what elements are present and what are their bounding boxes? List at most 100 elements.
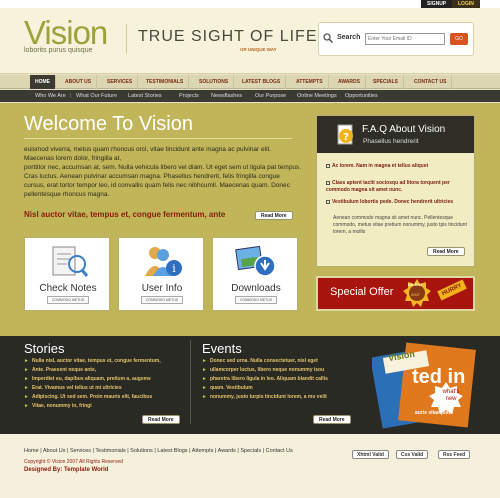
section-divider bbox=[190, 340, 191, 424]
faq-title: F.A.Q About Vision bbox=[362, 124, 446, 135]
stories-list: ► Nulla nisl, auctor vitae, tempus et, co… bbox=[24, 357, 184, 411]
list-item[interactable]: ► Vitae, nonummy in, fringi bbox=[24, 402, 184, 411]
logo-tagline: loborits purus quisque bbox=[24, 47, 93, 54]
nav-about-us[interactable]: ABOUT US bbox=[60, 75, 98, 89]
faq-answer: Aenean commodo magna sit amet nunc. Pell… bbox=[333, 215, 467, 235]
arrow-icon: ► bbox=[202, 376, 207, 382]
stories-read-more-button[interactable]: Read More bbox=[142, 415, 180, 424]
nav-contact-us[interactable]: CONTACT US bbox=[409, 75, 453, 89]
list-item[interactable]: ► nonummy, justo turpis tincidunt lorem, … bbox=[202, 393, 362, 402]
email-search-input[interactable] bbox=[365, 33, 445, 45]
search-icon bbox=[323, 33, 333, 43]
arrow-icon: ► bbox=[24, 376, 29, 382]
card-check-notes[interactable]: Check Notes COMMODO METUS bbox=[24, 237, 110, 311]
list-item[interactable]: ► Erat. Vivamus vel tellus ut mi ultricie… bbox=[24, 384, 184, 393]
svg-text:i: i bbox=[172, 262, 176, 275]
offer-seal-year: 2007 bbox=[411, 292, 420, 297]
search-label: Search bbox=[337, 34, 361, 41]
card-downloads[interactable]: Downloads COMMODO METUS bbox=[212, 237, 298, 311]
question-document-icon: ? bbox=[337, 124, 353, 145]
list-item[interactable]: ► Ante. Praesent neque ante, bbox=[24, 366, 184, 375]
welcome-read-more-button[interactable]: Read More bbox=[255, 211, 293, 220]
arrow-icon: ► bbox=[202, 394, 207, 400]
card-more-button[interactable]: COMMODO METUS bbox=[141, 296, 183, 304]
intro-paragraph-1: euismod viverra, metus quam rhoncus orci… bbox=[24, 146, 272, 162]
subnav-latest-stories[interactable]: Latest Stories bbox=[128, 90, 162, 102]
subnav-what-our-future[interactable]: What Our Future bbox=[76, 90, 117, 102]
title-rule bbox=[24, 138, 292, 139]
faq-question-text: Vestibulum lobortis pede. Donec hendreri… bbox=[332, 199, 454, 205]
card-label: Check Notes bbox=[39, 283, 97, 294]
xhtml-valid-button[interactable]: Xhtml Valid bbox=[352, 450, 389, 459]
card-user-info[interactable]: i User Info COMMODO METUS bbox=[118, 237, 204, 311]
card-more-button[interactable]: COMMODO METUS bbox=[235, 296, 277, 304]
offer-seal-date: ON JULY bbox=[408, 283, 423, 287]
nav-services[interactable]: SERVICES bbox=[102, 75, 139, 89]
list-item[interactable]: ► Adipiscing. Ut sed sem. Proin mauris el… bbox=[24, 393, 184, 402]
nav-awards[interactable]: AWARDS bbox=[333, 75, 366, 89]
events-list: ► Donec sed urna. Nulla consectetuer, nis… bbox=[202, 357, 362, 402]
list-item[interactable]: ► Nulla nisl, auctor vitae, tempus et, co… bbox=[24, 357, 184, 366]
footer-links[interactable]: Home | About Us | Services | Testimonial… bbox=[24, 448, 293, 454]
nav-solutions[interactable]: SOLUTIONS bbox=[194, 75, 235, 89]
card-label: Downloads bbox=[231, 283, 281, 294]
signup-button[interactable]: SIGNUP bbox=[421, 0, 453, 8]
nav-latest-blogs[interactable]: LATEST BLOGS bbox=[237, 75, 287, 89]
arrow-icon: ► bbox=[202, 385, 207, 391]
events-read-more-button[interactable]: Read More bbox=[313, 415, 351, 424]
nav-specials[interactable]: SPECIALS bbox=[368, 75, 405, 89]
faq-question-1[interactable]: Ac lorem. Nam in magna et tellus aliquet bbox=[326, 163, 466, 170]
header-headline-sub: OR UNIQUE WAY bbox=[240, 47, 277, 52]
nav-attempts[interactable]: ATTEMPTS bbox=[291, 75, 329, 89]
faq-question-text: Class aptent taciti sociosqu ad litora t… bbox=[326, 180, 450, 193]
nav-home[interactable]: HOME bbox=[30, 75, 56, 89]
subnav-our-purpose[interactable]: Our Purpose bbox=[255, 90, 286, 102]
subnav-sep: | bbox=[70, 93, 72, 99]
subnav-who-we-are[interactable]: Who We Are bbox=[35, 90, 66, 102]
subnav-newsflashes[interactable]: Newsflashes bbox=[211, 90, 242, 102]
nav-testimonials[interactable]: TESTIMONIALS bbox=[141, 75, 190, 89]
svg-text:?: ? bbox=[343, 132, 349, 143]
list-item[interactable]: ► Imperdiet eu, dapibus aliquam, pretium … bbox=[24, 375, 184, 384]
subnav-opportunities[interactable]: Opportunities bbox=[345, 90, 378, 102]
faq-question-text: Ac lorem. Nam in magna et tellus aliquet bbox=[332, 163, 429, 169]
bullet-icon bbox=[326, 163, 330, 168]
promo-line: auris vitae justo bbox=[415, 410, 454, 416]
special-offer-title: Special Offer bbox=[330, 286, 394, 298]
arrow-icon: ► bbox=[24, 385, 29, 391]
arrow-icon: ► bbox=[24, 367, 29, 373]
list-item[interactable]: ► Donec sed urna. Nulla consectetuer, nis… bbox=[202, 357, 362, 366]
search-go-button[interactable]: GO bbox=[450, 33, 468, 45]
promo-big-text: ted in bbox=[412, 366, 466, 388]
list-item[interactable]: ► ullamcorper luctus, libero neque nonumm… bbox=[202, 366, 362, 375]
arrow-icon: ► bbox=[24, 358, 29, 364]
arrow-icon: ► bbox=[24, 394, 29, 400]
intro-paragraph-2: porttitor nec, accumsan at, sem. Nulla v… bbox=[24, 164, 302, 198]
footer bbox=[0, 434, 500, 498]
card-more-button[interactable]: COMMODO METUS bbox=[47, 296, 89, 304]
css-valid-button[interactable]: Css Valid bbox=[396, 450, 429, 459]
card-label: User Info bbox=[141, 283, 183, 294]
lead-text: Nisl auctor vitae, tempus et, congue fer… bbox=[24, 210, 226, 219]
rss-feed-button[interactable]: Rss Feed bbox=[438, 450, 471, 459]
list-item[interactable]: ► pharetra libero ligula in leo. Aliquam … bbox=[202, 375, 362, 384]
user-info-icon: i bbox=[145, 247, 182, 276]
list-item[interactable]: ► quam. Vestibulum bbox=[202, 384, 362, 393]
header-headline: TRUE SIGHT OF LIFE bbox=[138, 28, 318, 45]
arrow-icon: ► bbox=[24, 403, 29, 409]
faq-read-more-button[interactable]: Read More bbox=[427, 247, 465, 256]
faq-question-2[interactable]: Class aptent taciti sociosqu ad litora t… bbox=[326, 180, 466, 194]
faq-question-3[interactable]: Vestibulum lobortis pede. Donec hendreri… bbox=[326, 199, 466, 206]
subnav-projects[interactable]: Projects bbox=[179, 90, 199, 102]
download-icon bbox=[235, 245, 276, 277]
sub-nav bbox=[0, 90, 500, 102]
stories-heading: Stories bbox=[24, 341, 65, 356]
designed-by[interactable]: Designed By: Template World bbox=[24, 467, 108, 473]
faq-subtitle: Phasellus hendrerit bbox=[363, 138, 419, 145]
page-title: Welcome To Vision bbox=[24, 113, 193, 135]
bullet-icon bbox=[326, 199, 330, 204]
arrow-icon: ► bbox=[202, 367, 207, 373]
login-button[interactable]: LOGIN bbox=[452, 0, 480, 8]
subnav-online-meetings[interactable]: Online Meetings bbox=[297, 90, 337, 102]
copyright: Copyright © Vision 2007 All Rights Reser… bbox=[24, 459, 123, 465]
